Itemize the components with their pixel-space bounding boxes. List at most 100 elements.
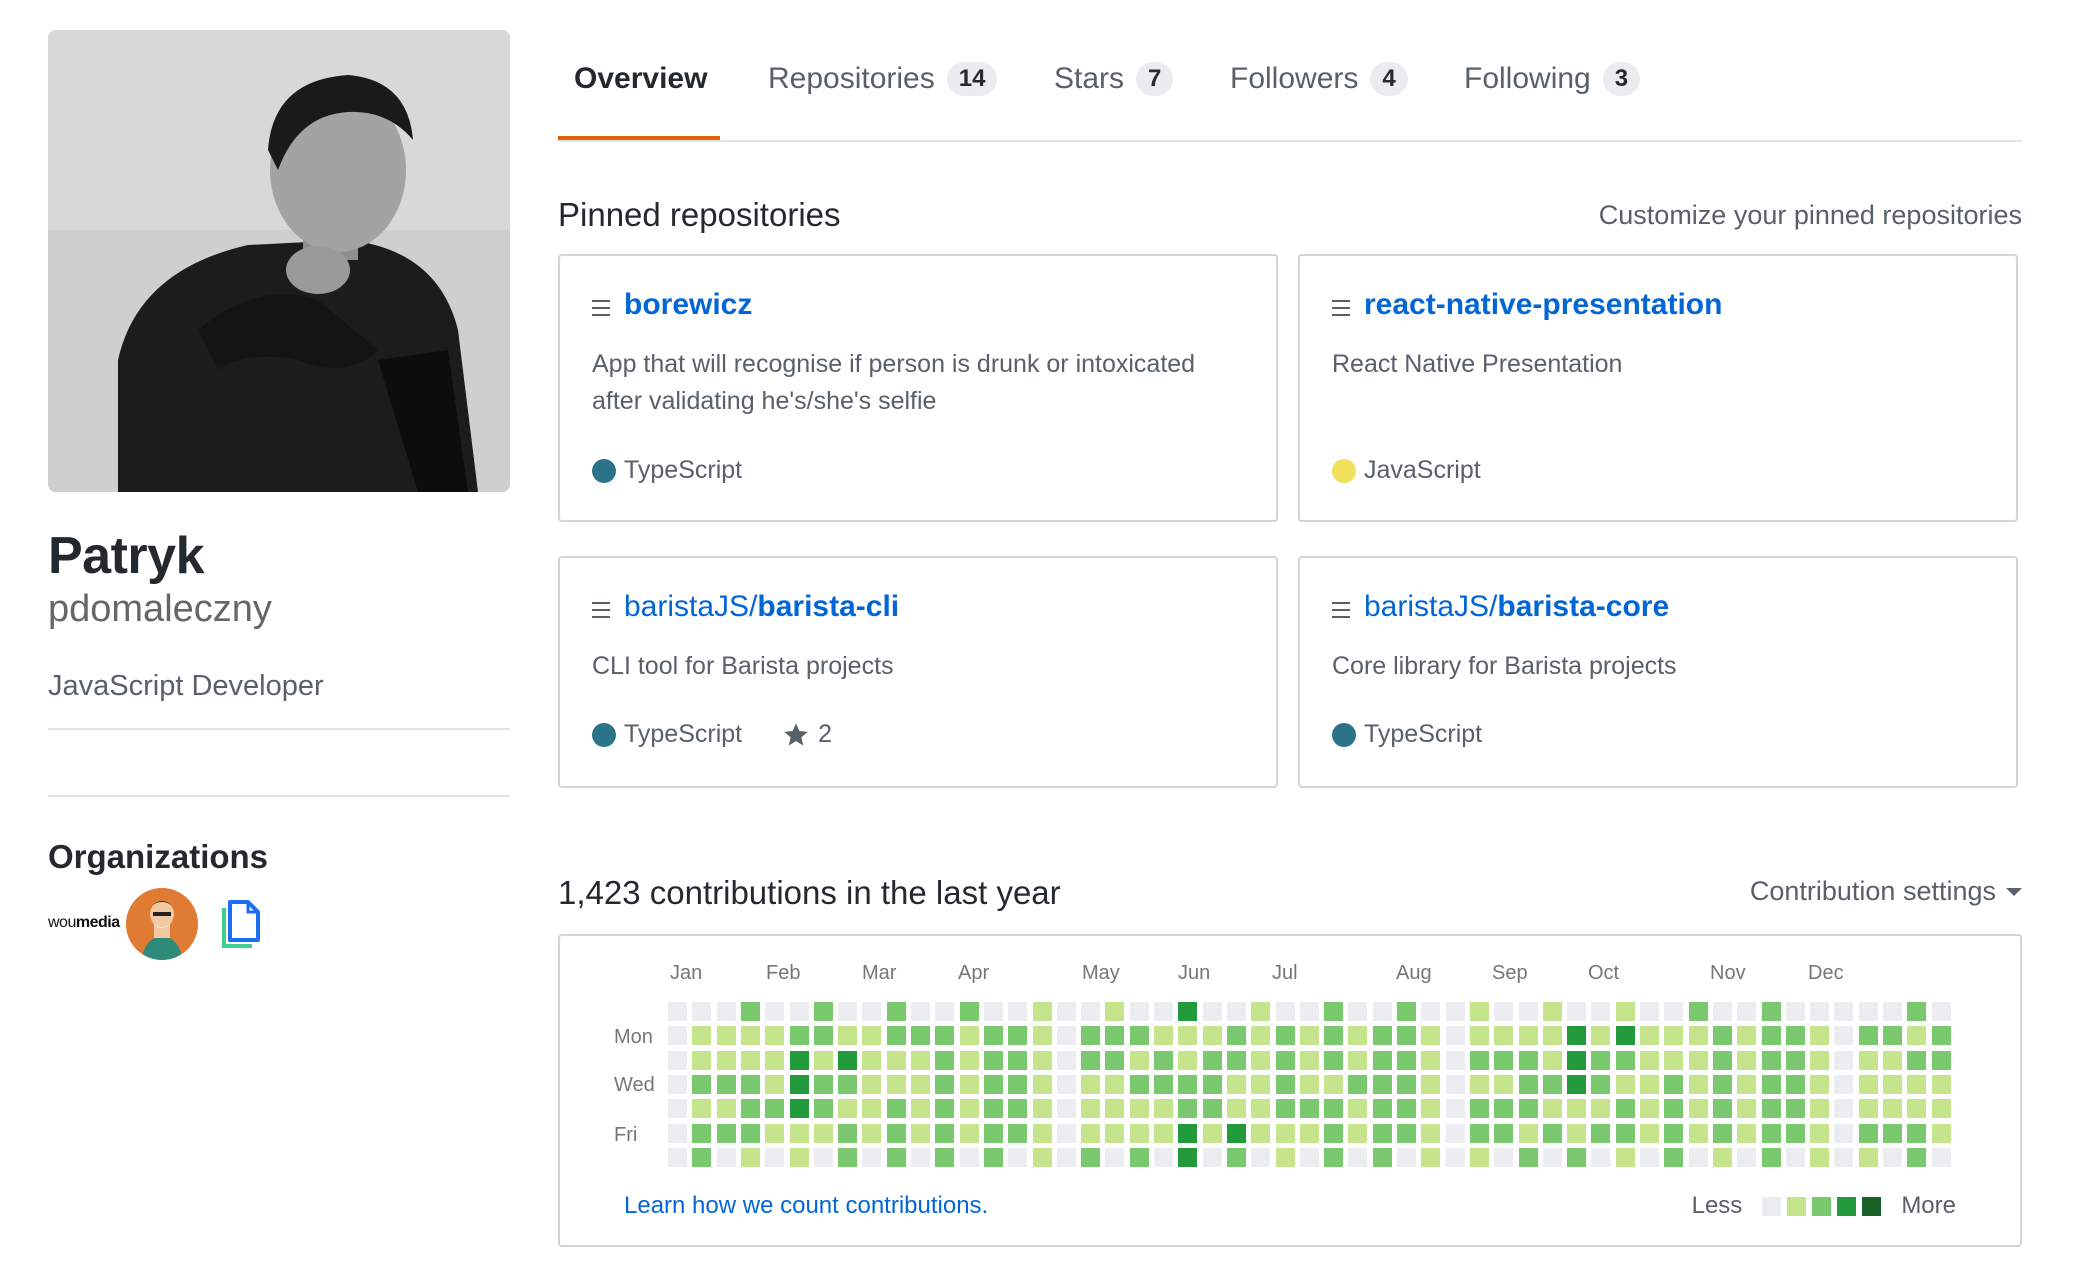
tab-stars[interactable]: Stars 7 bbox=[1054, 62, 1174, 96]
contribution-day[interactable] bbox=[1202, 1099, 1222, 1119]
contribution-day[interactable] bbox=[1372, 1074, 1392, 1094]
contribution-day[interactable] bbox=[668, 1123, 687, 1143]
contribution-day[interactable] bbox=[789, 1074, 809, 1094]
contribution-day[interactable] bbox=[1178, 1123, 1198, 1143]
contribution-day[interactable] bbox=[1737, 1074, 1757, 1094]
contribution-day[interactable] bbox=[813, 1026, 833, 1046]
contribution-day[interactable] bbox=[935, 1074, 955, 1094]
contribution-day[interactable] bbox=[1834, 1002, 1854, 1021]
contribution-day[interactable] bbox=[1785, 1099, 1805, 1119]
contribution-day[interactable] bbox=[1299, 1002, 1319, 1021]
contribution-day[interactable] bbox=[1226, 1123, 1246, 1143]
contribution-day[interactable] bbox=[983, 1147, 1003, 1167]
contribution-day[interactable] bbox=[668, 1026, 687, 1046]
contribution-day[interactable] bbox=[692, 1123, 712, 1143]
contribution-day[interactable] bbox=[1324, 1050, 1344, 1070]
contribution-day[interactable] bbox=[1640, 1099, 1659, 1119]
contribution-day[interactable] bbox=[1688, 1074, 1708, 1094]
tab-overview[interactable]: Overview bbox=[574, 62, 707, 96]
contribution-day[interactable] bbox=[838, 1002, 858, 1021]
contribution-day[interactable] bbox=[1372, 1050, 1392, 1070]
contribution-day[interactable] bbox=[1640, 1123, 1659, 1143]
tab-following[interactable]: Following 3 bbox=[1464, 62, 1641, 96]
contribution-day[interactable] bbox=[983, 1123, 1003, 1143]
contribution-day[interactable] bbox=[789, 1099, 809, 1119]
contribution-day[interactable] bbox=[1810, 1147, 1830, 1167]
contribution-day[interactable] bbox=[765, 1002, 785, 1021]
contribution-day[interactable] bbox=[1494, 1123, 1514, 1143]
contribution-day[interactable] bbox=[1810, 1123, 1830, 1143]
contribution-day[interactable] bbox=[1275, 1074, 1295, 1094]
contribution-day[interactable] bbox=[838, 1050, 858, 1070]
tab-repositories[interactable]: Repositories 14 bbox=[768, 62, 998, 96]
contribution-day[interactable] bbox=[1081, 1099, 1101, 1119]
contribution-day[interactable] bbox=[1518, 1074, 1538, 1094]
contribution-day[interactable] bbox=[1178, 1002, 1198, 1021]
contribution-day[interactable] bbox=[1567, 1050, 1587, 1070]
contribution-day[interactable] bbox=[1178, 1099, 1198, 1119]
contribution-day[interactable] bbox=[1858, 1050, 1878, 1070]
contribution-day[interactable] bbox=[1202, 1123, 1222, 1143]
repo-name-link[interactable]: react-native-presentation bbox=[1364, 288, 1722, 322]
contribution-settings-dropdown[interactable]: Contribution settings bbox=[1750, 876, 2022, 907]
contribution-day[interactable] bbox=[1761, 1002, 1781, 1021]
contribution-day[interactable] bbox=[1810, 1099, 1830, 1119]
contribution-day[interactable] bbox=[692, 1050, 712, 1070]
contribution-day[interactable] bbox=[1883, 1002, 1902, 1021]
contribution-day[interactable] bbox=[1032, 1123, 1052, 1143]
contribution-day[interactable] bbox=[692, 1026, 712, 1046]
learn-contributions-link[interactable]: Learn how we count contributions. bbox=[624, 1192, 988, 1220]
contribution-day[interactable] bbox=[1251, 1099, 1271, 1119]
contribution-day[interactable] bbox=[1810, 1002, 1830, 1021]
contribution-day[interactable] bbox=[983, 1050, 1003, 1070]
contribution-day[interactable] bbox=[1154, 1074, 1173, 1094]
contribution-day[interactable] bbox=[1883, 1099, 1902, 1119]
contribution-day[interactable] bbox=[1664, 1026, 1684, 1046]
contribution-day[interactable] bbox=[1591, 1147, 1611, 1167]
contribution-day[interactable] bbox=[886, 1123, 906, 1143]
contribution-day[interactable] bbox=[1129, 1147, 1149, 1167]
contribution-day[interactable] bbox=[1469, 1099, 1489, 1119]
contribution-day[interactable] bbox=[1688, 1026, 1708, 1046]
contribution-day[interactable] bbox=[1883, 1050, 1902, 1070]
contribution-day[interactable] bbox=[765, 1123, 785, 1143]
contribution-day[interactable] bbox=[1008, 1026, 1028, 1046]
contribution-day[interactable] bbox=[1567, 1026, 1587, 1046]
contribution-day[interactable] bbox=[1907, 1050, 1927, 1070]
customize-pinned-link[interactable]: Customize your pinned repositories bbox=[1599, 200, 2022, 231]
contribution-day[interactable] bbox=[668, 1002, 687, 1021]
contribution-day[interactable] bbox=[1737, 1123, 1757, 1143]
contribution-day[interactable] bbox=[716, 1099, 736, 1119]
contribution-day[interactable] bbox=[765, 1026, 785, 1046]
contribution-day[interactable] bbox=[886, 1002, 906, 1021]
contribution-day[interactable] bbox=[1275, 1123, 1295, 1143]
contribution-day[interactable] bbox=[813, 1147, 833, 1167]
contribution-day[interactable] bbox=[1154, 1050, 1173, 1070]
contribution-day[interactable] bbox=[1226, 1074, 1246, 1094]
contribution-day[interactable] bbox=[983, 1026, 1003, 1046]
contribution-day[interactable] bbox=[1664, 1099, 1684, 1119]
contribution-day[interactable] bbox=[959, 1026, 979, 1046]
contribution-day[interactable] bbox=[1081, 1074, 1101, 1094]
contribution-day[interactable] bbox=[1931, 1002, 1951, 1021]
profile-avatar[interactable] bbox=[48, 30, 510, 492]
contribution-day[interactable] bbox=[1299, 1123, 1319, 1143]
contribution-day[interactable] bbox=[740, 1026, 760, 1046]
contribution-day[interactable] bbox=[1299, 1099, 1319, 1119]
contribution-day[interactable] bbox=[1008, 1099, 1028, 1119]
contribution-day[interactable] bbox=[1299, 1074, 1319, 1094]
contribution-day[interactable] bbox=[1348, 1026, 1368, 1046]
contribution-day[interactable] bbox=[1008, 1123, 1028, 1143]
contribution-day[interactable] bbox=[1931, 1147, 1951, 1167]
contribution-day[interactable] bbox=[668, 1099, 687, 1119]
contribution-day[interactable] bbox=[740, 1002, 760, 1021]
contribution-day[interactable] bbox=[886, 1099, 906, 1119]
contribution-day[interactable] bbox=[1299, 1147, 1319, 1167]
contribution-day[interactable] bbox=[716, 1147, 736, 1167]
contribution-day[interactable] bbox=[1518, 1123, 1538, 1143]
org-document-icon[interactable] bbox=[220, 898, 262, 950]
contribution-day[interactable] bbox=[838, 1074, 858, 1094]
contribution-day[interactable] bbox=[740, 1099, 760, 1119]
contribution-day[interactable] bbox=[1105, 1026, 1125, 1046]
contribution-day[interactable] bbox=[1469, 1123, 1489, 1143]
